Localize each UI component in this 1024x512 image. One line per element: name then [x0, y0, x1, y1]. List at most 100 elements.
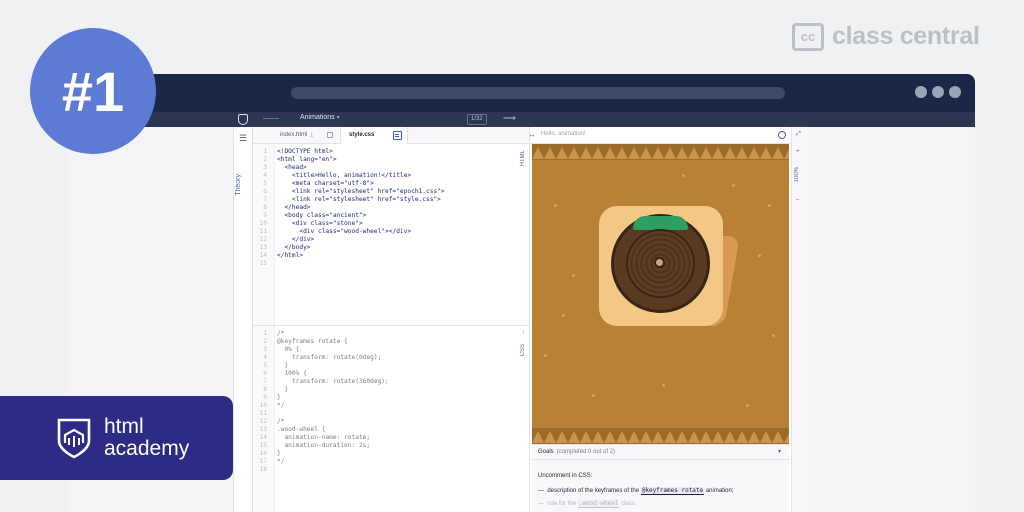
line-number: 14 [259, 252, 267, 259]
ground-speck [772, 334, 775, 337]
window-dot[interactable] [932, 86, 944, 98]
code-line[interactable]: </body> [277, 244, 310, 252]
menu-icon[interactable]: ☰ [239, 133, 247, 144]
cc-icon: cc [792, 22, 824, 51]
code-line[interactable]: */ [277, 402, 284, 410]
panel-icon[interactable] [393, 131, 402, 140]
code-line[interactable]: <html lang="en"> [277, 156, 337, 164]
code-line[interactable]: <div class="stone"> [277, 220, 363, 228]
frieze-triangle [652, 147, 664, 159]
code-line[interactable]: <title>Hello, animation!</title> [277, 172, 411, 180]
line-number: 1 [263, 330, 267, 337]
back-arrow-icon[interactable] [263, 118, 279, 119]
window-dot[interactable] [915, 86, 927, 98]
ground-speck [768, 204, 771, 207]
frieze-triangle [664, 431, 676, 443]
frieze-triangle [700, 147, 712, 159]
ground-speck [758, 254, 761, 257]
refresh-icon[interactable] [778, 131, 786, 139]
frieze-triangle [568, 431, 580, 443]
code-line[interactable]: <meta charset="utf-8"> [277, 180, 374, 188]
zoom-out-icon[interactable]: – [796, 197, 799, 203]
frieze-triangle [676, 147, 688, 159]
code-line[interactable]: <head> [277, 164, 306, 172]
frieze-triangle [592, 431, 604, 443]
theory-panel[interactable]: ☰ Theory [234, 127, 253, 512]
step-counter: 1/32 [467, 114, 487, 125]
frieze-triangle [604, 431, 616, 443]
code-line[interactable]: */ [277, 458, 284, 466]
wheel-hub [654, 257, 665, 268]
frieze-triangle [748, 431, 760, 443]
theory-label[interactable]: Theory [235, 174, 251, 196]
next-arrow-icon[interactable]: ⟶ [503, 114, 516, 123]
code-line[interactable]: } [277, 450, 281, 458]
code-line[interactable]: <div class="wood-wheel"></div> [277, 228, 411, 236]
shield-logo-icon[interactable] [238, 114, 248, 125]
code-line[interactable]: transform: rotate(360deg); [277, 378, 389, 386]
line-number: 3 [263, 164, 267, 171]
frieze-triangle [736, 147, 748, 159]
frieze-triangle [688, 431, 700, 443]
ground-speck [732, 184, 735, 187]
ground-speck [544, 354, 547, 357]
zoom-in-icon[interactable]: + [796, 149, 800, 155]
code-line[interactable]: <link rel="stylesheet" href="style.css"> [277, 196, 441, 204]
code-line[interactable]: } [277, 394, 281, 402]
line-number: 2 [263, 156, 267, 163]
code-line[interactable]: </head> [277, 204, 310, 212]
code-line[interactable]: animation-duration: 2s; [277, 442, 370, 450]
goals-title: Goals [538, 449, 554, 455]
code-line[interactable]: .wood-wheel { [277, 426, 325, 434]
code-line[interactable]: /* [277, 330, 284, 338]
code-line[interactable]: 0% { [277, 346, 299, 354]
code-line[interactable]: animation-name: rotate; [277, 434, 370, 442]
frieze-pattern [532, 431, 789, 443]
line-number: 10 [259, 220, 267, 227]
code-line[interactable]: </div> [277, 236, 314, 244]
code-line[interactable]: } [277, 362, 288, 370]
ground-speck [572, 274, 575, 277]
code-line[interactable]: @keyframes rotate { [277, 338, 348, 346]
line-number: 7 [263, 378, 267, 385]
line-number: 13 [259, 426, 267, 433]
ground-speck [662, 384, 665, 387]
ground-speck [746, 404, 749, 407]
line-number: 10 [259, 402, 267, 409]
code-line[interactable]: /* [277, 418, 284, 426]
code-line[interactable]: </html> [277, 252, 303, 260]
frieze-triangle [760, 147, 772, 159]
line-number: 11 [259, 410, 267, 417]
preview-header: ↔ Hello, animation! [528, 127, 791, 144]
line-number: 4 [263, 172, 267, 179]
collapse-icon[interactable]: ▾ [778, 445, 781, 460]
html-pane[interactable]: 1 <!DOCTYPE html> 2 <html lang="en"> 3 <head… [253, 144, 529, 326]
frieze-triangle [580, 431, 592, 443]
expand-icon[interactable]: ⤢ [796, 131, 801, 138]
tab-index-html[interactable]: index.html ⤓ [280, 127, 313, 144]
ground-speck [682, 174, 685, 177]
code-line[interactable]: <link rel="stylesheet" href="epoch1.css"… [277, 188, 445, 196]
window-dot[interactable] [949, 86, 961, 98]
arrow-up-icon[interactable]: ↑ [522, 330, 525, 336]
frieze-triangle [724, 147, 736, 159]
css-pane-label: CSS [520, 344, 526, 357]
frieze-triangle [640, 147, 652, 159]
css-pane[interactable]: 1 /* 2 @keyframes rotate {3 0% {4 transform… [253, 326, 529, 512]
code-line[interactable]: transform: rotate(0deg); [277, 354, 381, 362]
goals-header[interactable]: Goals (completed 0 out of 2) ▾ [532, 445, 789, 460]
preview-panel: ↔ Hello, animation! Goals (completed 0 o… [528, 127, 791, 512]
lesson-title[interactable]: Animations ▾ [300, 114, 340, 121]
window-titlebar [67, 74, 975, 112]
code-line[interactable]: <body class="ancient"> [277, 212, 366, 220]
code-line[interactable]: } [277, 386, 288, 394]
code-line[interactable]: 100% { [277, 370, 306, 378]
line-number: 5 [263, 362, 267, 369]
download-icon[interactable]: ⤓ [310, 132, 313, 138]
code-line[interactable]: <!DOCTYPE html> [277, 148, 333, 156]
frieze-triangle [784, 433, 789, 443]
split-icon[interactable] [327, 132, 333, 138]
resize-icon[interactable]: ↔ [528, 130, 536, 139]
line-number: 2 [263, 338, 267, 345]
address-bar[interactable] [291, 87, 785, 99]
